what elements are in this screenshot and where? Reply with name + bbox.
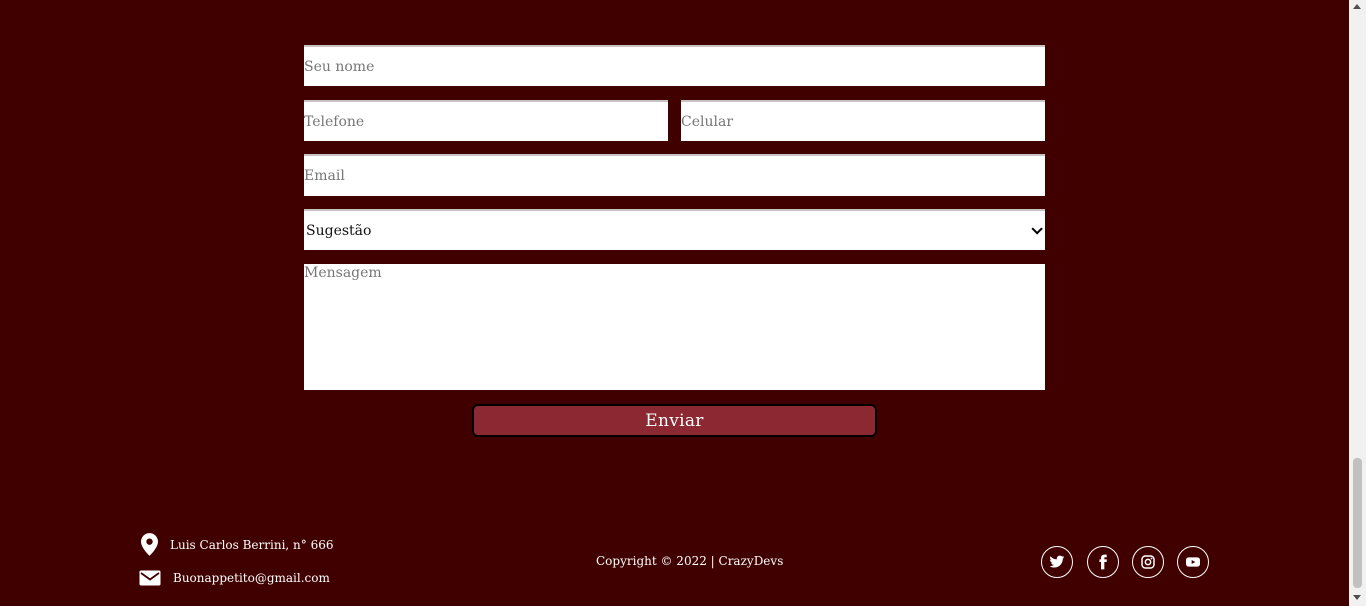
footer-address: Luis Carlos Berrini, n° 666 [170,538,334,552]
youtube-icon [1186,557,1200,567]
instagram-link[interactable] [1132,546,1164,578]
email-placeholder: Email [304,168,345,184]
phone-input[interactable]: Telefone [304,100,668,141]
mobile-placeholder: Celular [681,113,734,130]
submit-button[interactable]: Enviar [472,404,877,437]
location-pin-icon [141,533,158,556]
name-placeholder: Seu nome [304,58,375,75]
email-input[interactable]: Email [304,154,1045,196]
scroll-up-arrow-icon[interactable] [1353,4,1361,9]
facebook-link[interactable] [1087,546,1119,578]
twitter-icon [1049,555,1065,568]
name-input[interactable]: Seu nome [304,45,1045,86]
envelope-icon [139,570,161,586]
youtube-link[interactable] [1177,546,1209,578]
mobile-input[interactable]: Celular [681,100,1045,141]
footer-email: Buonappetito@gmail.com [173,571,330,585]
subject-selected-value: Sugestão [306,222,372,239]
message-textarea[interactable]: Mensagem [304,264,1045,390]
copyright-text: Copyright © 2022 | CrazyDevs [596,554,784,568]
facebook-icon [1099,554,1107,570]
instagram-icon [1141,555,1155,569]
chevron-down-icon [1031,222,1043,235]
twitter-link[interactable] [1041,546,1073,578]
phone-placeholder: Telefone [304,113,365,130]
message-placeholder: Mensagem [304,265,382,281]
scroll-down-arrow-icon[interactable] [1353,595,1361,600]
scrollbar-thumb[interactable] [1353,458,1362,588]
subject-select[interactable]: Sugestão [304,209,1045,250]
vertical-scrollbar[interactable] [1349,0,1366,606]
